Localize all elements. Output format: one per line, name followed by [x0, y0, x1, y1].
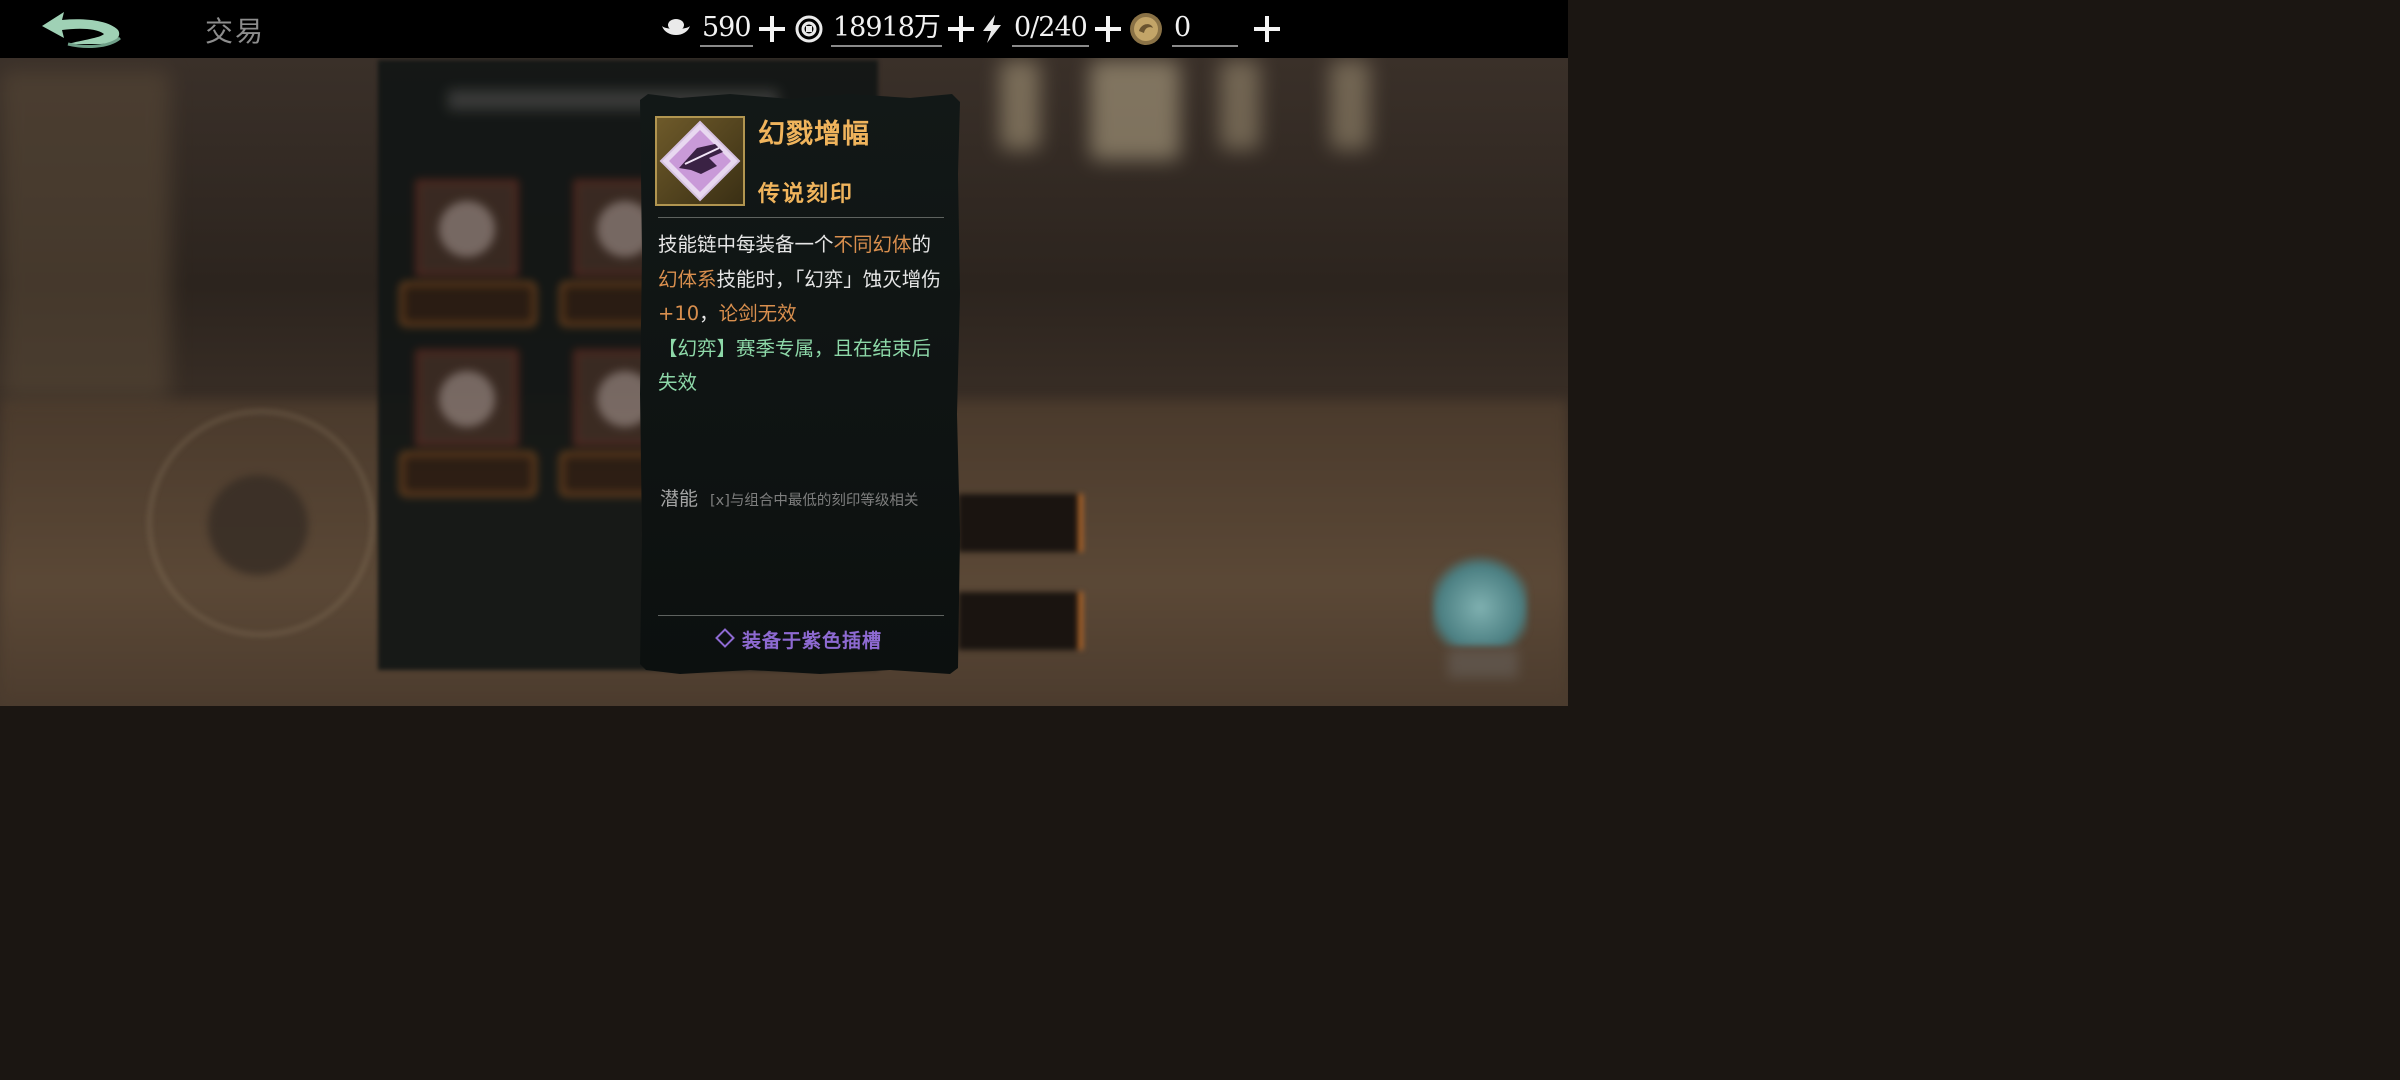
description-text: 技能时，「幻弈」蚀灭增伤 — [716, 267, 941, 291]
potential-value: [x]与组合中最低的刻印等级相关 — [710, 493, 919, 509]
lightning-icon — [980, 14, 1004, 44]
silver-ingot-icon — [660, 16, 692, 42]
gold-token-icon — [1128, 11, 1164, 47]
back-button[interactable] — [38, 8, 124, 50]
coin-value: 18918万 — [831, 11, 942, 47]
resource-gold-token: 0 — [1128, 0, 1282, 58]
bag-icon[interactable] — [1432, 550, 1528, 646]
gold-token-value: 0 — [1172, 11, 1238, 47]
side-action-button[interactable] — [958, 592, 1083, 650]
back-arrow-icon — [42, 12, 121, 48]
season-note: 【幻弈】赛季专属，且在结束后失效 — [658, 336, 932, 395]
slot-requirement: 装备于紫色插槽 — [640, 626, 960, 653]
top-bar: 交易 590 18918万 0/240 0 — [0, 0, 1568, 58]
description-text: 的 — [911, 233, 932, 256]
potential-row: 潜能 [x]与组合中最低的刻印等级相关 — [660, 484, 918, 511]
trade-slot[interactable] — [416, 180, 518, 276]
diamond-icon — [715, 628, 735, 648]
background-window — [1000, 60, 1040, 150]
add-silver-button[interactable] — [757, 14, 787, 44]
description-highlight: +10 — [658, 302, 700, 325]
potential-label: 潜能 — [660, 488, 699, 510]
item-name: 幻戮增幅 — [758, 119, 870, 150]
add-coin-button[interactable] — [946, 14, 976, 44]
bag-label — [1448, 648, 1518, 678]
description-highlight: 不同幻体 — [833, 233, 912, 256]
joystick-knob[interactable] — [208, 475, 308, 575]
trade-slot[interactable] — [416, 350, 518, 446]
tooltip-divider — [658, 615, 944, 616]
coin-icon — [795, 15, 823, 43]
background-shelf — [0, 70, 170, 400]
silver-value: 590 — [700, 11, 753, 47]
trade-slot-button[interactable] — [400, 282, 536, 326]
resource-energy: 0/240 — [980, 0, 1123, 58]
description-text: ， — [699, 302, 719, 325]
engraving-item-icon — [655, 116, 745, 206]
resource-silver: 590 — [660, 0, 787, 58]
page-title: 交易 — [205, 15, 266, 48]
item-description: 技能链中每装备一个不同幻体的幻体系技能时，「幻弈」蚀灭增伤 +10，论剑无效 【幻… — [658, 228, 944, 401]
tooltip-divider — [658, 217, 944, 218]
item-rarity: 传说刻印 — [758, 181, 855, 207]
resource-coin: 18918万 — [795, 0, 976, 58]
background-window — [1220, 60, 1260, 150]
add-energy-button[interactable] — [1093, 14, 1123, 44]
description-highlight: 幻体系 — [658, 267, 717, 291]
item-tooltip: 幻戮增幅 传说刻印 技能链中每装备一个不同幻体的幻体系技能时，「幻弈」蚀灭增伤 +… — [640, 94, 960, 674]
slot-requirement-text: 装备于紫色插槽 — [741, 630, 882, 652]
background-window — [1090, 60, 1180, 160]
trade-slot-button[interactable] — [400, 452, 536, 496]
add-gold-token-button[interactable] — [1252, 14, 1282, 44]
description-text: 技能链中每装备一个 — [658, 233, 834, 256]
energy-value: 0/240 — [1012, 11, 1089, 47]
background-window — [1330, 60, 1370, 150]
description-highlight: 论剑无效 — [718, 302, 797, 325]
side-action-button[interactable] — [958, 494, 1083, 552]
